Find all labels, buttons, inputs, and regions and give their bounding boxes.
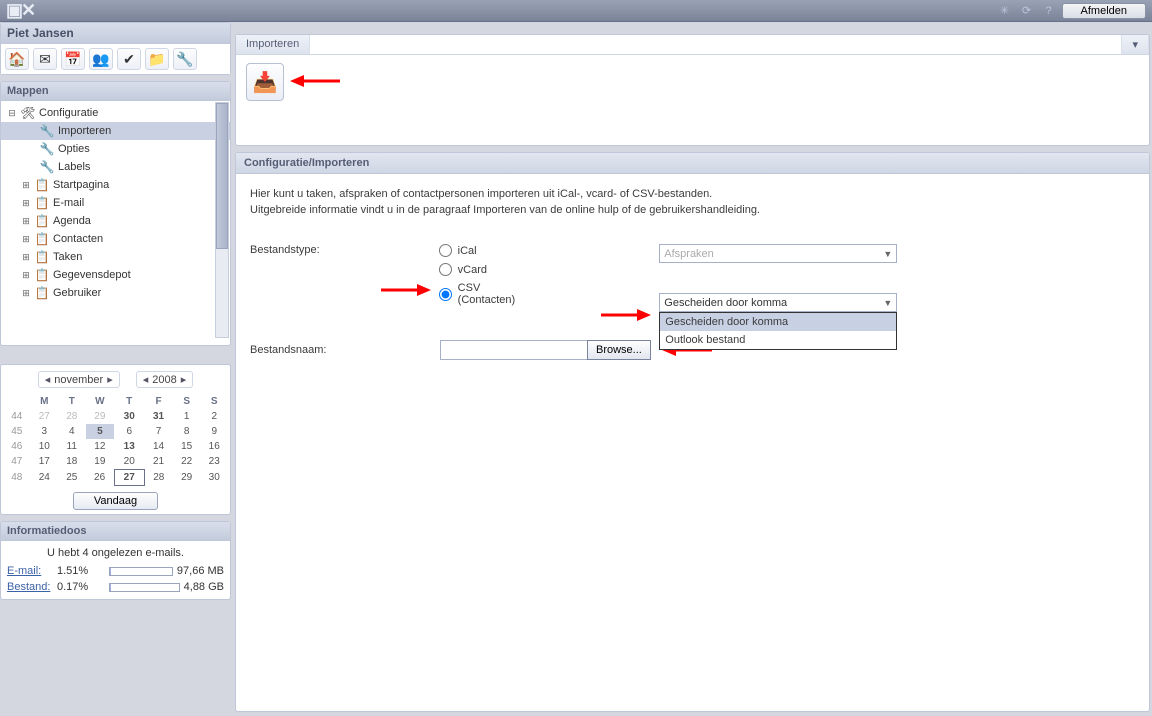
ical-target-select[interactable]: Afspraken ▼	[659, 244, 897, 263]
app-toolbar: 🏠 ✉ 📅 👥 ✔ 📁 🔧	[1, 44, 230, 74]
csv-format-dropdown: Gescheiden door komma Outlook bestand	[659, 312, 897, 350]
today-button[interactable]: Vandaag	[73, 492, 158, 510]
depot-icon[interactable]: 📁	[145, 48, 169, 70]
cal-selected-day[interactable]: 5	[86, 424, 115, 439]
annotation-arrow-icon	[290, 71, 340, 91]
ribbon: Importeren ▾ 📥	[235, 34, 1150, 146]
tasks-icon[interactable]: ✔	[117, 48, 141, 70]
chevron-down-icon: ▼	[883, 298, 892, 308]
file-quota-size: 4,88 GB	[184, 581, 224, 593]
prev-year-icon[interactable]: ◂	[143, 373, 149, 386]
tree-agenda[interactable]: ⊞📋Agenda	[1, 212, 230, 230]
next-year-icon[interactable]: ▸	[181, 373, 187, 386]
annotation-arrow-icon	[601, 305, 651, 325]
calendar-grid: MTWTFSS 44272829303112 453456789 4610111…	[3, 394, 228, 486]
csv-option-outlook[interactable]: Outlook bestand	[660, 331, 896, 349]
email-quota-pct: 1.51%	[57, 565, 105, 577]
import-action-button[interactable]: 📥	[246, 63, 284, 101]
mail-icon[interactable]: ✉	[33, 48, 57, 70]
logout-button[interactable]: Afmelden	[1062, 3, 1146, 19]
tree-label: Importeren	[58, 125, 111, 137]
tree-label: Taken	[53, 251, 82, 263]
email-quota-size: 97,66 MB	[177, 565, 224, 577]
tree-email[interactable]: ⊞📋E-mail	[1, 194, 230, 212]
ribbon-collapse-icon[interactable]: ▾	[1121, 35, 1149, 54]
home-icon[interactable]: 🏠	[5, 48, 29, 70]
tree-startpagina[interactable]: ⊞📋Startpagina	[1, 176, 230, 194]
refresh-icon[interactable]: ⟳	[1018, 2, 1036, 20]
filename-label: Bestandsnaam:	[250, 344, 440, 356]
cal-month: november	[54, 374, 103, 386]
calendar-panel: ◂november▸ ◂2008▸ MTWTFSS 44272829303112…	[0, 364, 231, 515]
folders-heading: Mappen	[1, 82, 230, 101]
user-panel: Piet Jansen 🏠 ✉ 📅 👥 ✔ 📁 🔧	[0, 22, 231, 75]
annotation-arrow-icon	[381, 280, 431, 300]
tree-label: Labels	[58, 161, 90, 173]
folders-panel: Mappen ⊟🛠Configuratie 🔧Importeren 🔧Optie…	[0, 81, 231, 346]
splitter[interactable]	[0, 352, 231, 358]
config-icon[interactable]: 🔧	[173, 48, 197, 70]
topbar: ▣✕ ✳ ⟳ ? Afmelden	[0, 0, 1152, 22]
file-quota-link[interactable]: Bestand:	[7, 581, 53, 593]
file-quota-bar	[109, 583, 180, 592]
filetype-label: Bestandstype:	[250, 244, 439, 256]
cal-year: 2008	[152, 374, 176, 386]
help-icon[interactable]: ?	[1040, 2, 1058, 20]
radio-ical[interactable]	[439, 244, 452, 257]
filename-input[interactable]	[440, 340, 588, 360]
csv-option-comma[interactable]: Gescheiden door komma	[660, 313, 896, 331]
chevron-down-icon: ▼	[883, 249, 892, 259]
tree-labels[interactable]: 🔧Labels	[1, 158, 230, 176]
next-month-icon[interactable]: ▸	[107, 373, 113, 386]
ical-target-value: Afspraken	[664, 248, 714, 260]
radio-ical-label: iCal	[458, 245, 477, 257]
tree-contacten[interactable]: ⊞📋Contacten	[1, 230, 230, 248]
csv-format-value: Gescheiden door komma	[664, 297, 787, 309]
tree-taken[interactable]: ⊞📋Taken	[1, 248, 230, 266]
logo: ▣✕	[6, 0, 34, 21]
browse-button[interactable]: Browse...	[587, 340, 651, 360]
content-panel: Configuratie/Importeren Hier kunt u take…	[235, 152, 1150, 712]
radio-vcard[interactable]	[439, 263, 452, 276]
intro-text-1: Hier kunt u taken, afspraken of contactp…	[250, 188, 1135, 200]
tree-gegevens[interactable]: ⊞📋Gegevensdepot	[1, 266, 230, 284]
settings-gear-icon[interactable]: ✳	[996, 2, 1014, 20]
tree-label: Opties	[58, 143, 90, 155]
file-quota-pct: 0.17%	[57, 581, 105, 593]
unread-text: U hebt 4 ongelezen e-mails.	[7, 545, 224, 563]
contacts-icon[interactable]: 👥	[89, 48, 113, 70]
tree-label: Configuratie	[39, 107, 98, 119]
radio-csv-label: CSV (Contacten)	[458, 282, 540, 306]
email-quota-link[interactable]: E-mail:	[7, 565, 53, 577]
tree-label: Gegevensdepot	[53, 269, 131, 281]
radio-vcard-label: vCard	[458, 264, 487, 276]
email-quota-bar	[109, 567, 173, 576]
ribbon-tab-import[interactable]: Importeren	[236, 35, 310, 54]
cal-today[interactable]: 27	[114, 470, 144, 486]
folders-scrollbar[interactable]	[215, 102, 229, 338]
tree-importeren[interactable]: 🔧Importeren	[1, 122, 230, 140]
prev-month-icon[interactable]: ◂	[45, 373, 51, 386]
tree-configuratie[interactable]: ⊟🛠Configuratie	[1, 104, 230, 122]
tree-label: Gebruiker	[53, 287, 101, 299]
tree-label: Startpagina	[53, 179, 109, 191]
calendar-icon[interactable]: 📅	[61, 48, 85, 70]
tree-label: Contacten	[53, 233, 103, 245]
tree-gebruiker[interactable]: ⊞📋Gebruiker	[1, 284, 230, 302]
info-panel: Informatiedoos U hebt 4 ongelezen e-mail…	[0, 521, 231, 600]
radio-csv[interactable]	[439, 288, 452, 301]
info-heading: Informatiedoos	[1, 522, 230, 541]
breadcrumb: Configuratie/Importeren	[236, 153, 1149, 174]
user-name: Piet Jansen	[1, 23, 230, 44]
csv-format-select[interactable]: Gescheiden door komma ▼	[659, 293, 897, 312]
tree-opties[interactable]: 🔧Opties	[1, 140, 230, 158]
tree-label: E-mail	[53, 197, 84, 209]
intro-text-2: Uitgebreide informatie vindt u in de par…	[250, 204, 1135, 216]
tree-label: Agenda	[53, 215, 91, 227]
